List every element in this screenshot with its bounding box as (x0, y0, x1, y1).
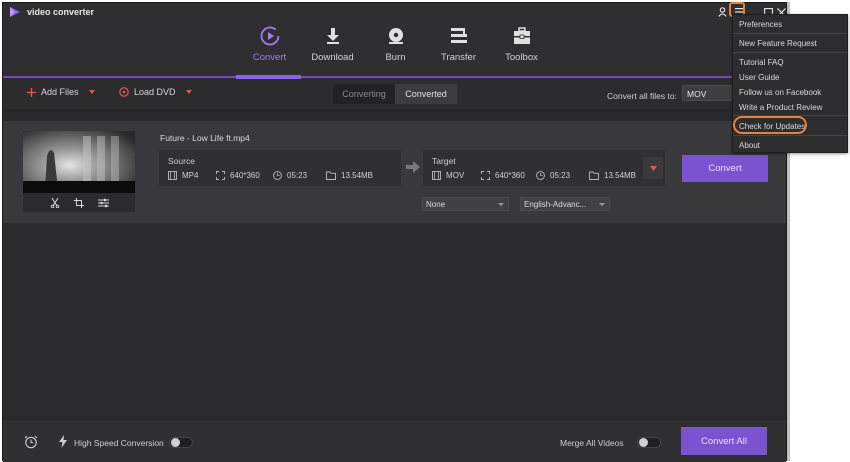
menu-separator (733, 33, 847, 34)
add-files-caret-icon[interactable] (88, 90, 95, 94)
convert-icon (260, 26, 279, 46)
menu-separator (733, 52, 847, 53)
clock-icon (536, 171, 545, 180)
tab-transfer-label: Transfer (440, 52, 477, 63)
alarm-clock-icon[interactable] (24, 435, 38, 449)
app-logo-icon (10, 7, 20, 17)
effects-icon[interactable] (97, 198, 109, 208)
empty-list-area (3, 223, 786, 419)
target-info[interactable]: Target MOV 640*360 05:23 13.54MB (423, 150, 665, 186)
video-thumbnail[interactable] (23, 131, 135, 193)
subtitle-select-value: None (426, 200, 446, 209)
target-size: 13.54MB (604, 171, 637, 180)
crop-icon[interactable] (73, 197, 84, 208)
tab-converting[interactable]: Converting (333, 84, 395, 104)
source-resolution: 640*360 (230, 171, 260, 180)
check-updates-highlight (733, 116, 807, 134)
menu-separator (733, 135, 847, 136)
footer-bar: High Speed Conversion Merge All Videos C… (3, 419, 786, 462)
load-dvd-caret-icon[interactable] (185, 90, 192, 94)
dvd-icon (119, 87, 129, 97)
download-icon (326, 28, 339, 44)
scissors-icon[interactable] (50, 197, 60, 208)
tab-converted[interactable]: Converted (395, 84, 457, 104)
burn-icon (388, 28, 403, 44)
clock-icon (273, 171, 282, 180)
tab-burn[interactable]: Burn (364, 21, 427, 79)
converting-tabs: Converting Converted (333, 84, 457, 104)
main-nav: Convert Download Burn Transfer Toolbox (238, 21, 553, 79)
audio-track-select-value: English-Advanc... (524, 200, 587, 209)
subtitle-dropdown-icon (498, 203, 504, 206)
file-name: Future - Low Life ft.mp4 (160, 133, 250, 143)
lightning-icon (59, 435, 67, 448)
account-icon[interactable] (715, 5, 729, 19)
menu-item-product-review[interactable]: Write a Product Review (739, 103, 822, 112)
menu-item-preferences[interactable]: Preferences (739, 20, 782, 29)
convert-all-button[interactable]: Convert All (681, 427, 767, 455)
tab-download[interactable]: Download (301, 21, 364, 79)
arrow-right-icon (406, 161, 420, 173)
toolbar: Add Files Load DVD Converting Converted … (3, 79, 786, 109)
load-dvd-button[interactable]: Load DVD (119, 87, 192, 97)
tab-toolbox[interactable]: Toolbox (490, 21, 553, 79)
high-speed-toggle[interactable] (169, 437, 193, 448)
add-files-button[interactable]: Add Files (27, 87, 95, 97)
tab-toolbox-label: Toolbox (505, 52, 538, 63)
high-speed-label: High Speed Conversion (74, 438, 164, 448)
tab-download-label: Download (311, 52, 354, 63)
target-format: MOV (446, 171, 465, 180)
merge-videos-toggle[interactable] (637, 437, 661, 448)
film-icon (432, 171, 441, 180)
folder-icon (589, 171, 599, 180)
target-duration: 05:23 (550, 171, 571, 180)
audio-track-select[interactable]: English-Advanc... (520, 197, 610, 211)
source-info: Source MP4 640*360 05:23 13.54MB (159, 150, 401, 186)
folder-icon (326, 171, 336, 180)
caret-down-icon (649, 165, 657, 171)
list-spacer (3, 109, 786, 121)
menu-item-tutorial-faq[interactable]: Tutorial FAQ (739, 58, 784, 67)
merge-videos-label: Merge All Videos (560, 438, 624, 448)
source-format: MP4 (182, 171, 199, 180)
toolbox-icon (513, 27, 530, 44)
menu-item-feature-request[interactable]: New Feature Request (739, 39, 817, 48)
transfer-icon (450, 28, 467, 43)
source-size: 13.54MB (341, 171, 374, 180)
file-item: Future - Low Life ft.mp4 Source MP4 640*… (3, 121, 786, 223)
tab-burn-label: Burn (385, 52, 406, 63)
source-duration: 05:23 (287, 171, 308, 180)
plus-icon (27, 87, 36, 97)
film-icon (168, 171, 177, 180)
resolution-icon (481, 171, 490, 180)
tab-transfer[interactable]: Transfer (427, 21, 490, 79)
nav-divider (3, 76, 786, 78)
menu-item-user-guide[interactable]: User Guide (739, 73, 779, 82)
add-files-label: Add Files (41, 87, 79, 97)
resolution-icon (216, 171, 225, 180)
title-bar: video converter (3, 3, 786, 21)
target-title: Target (432, 156, 456, 166)
thumbnail-tools (23, 193, 135, 212)
load-dvd-label: Load DVD (134, 87, 176, 97)
convert-button[interactable]: Convert (682, 155, 768, 182)
audio-dropdown-icon (599, 203, 605, 206)
app-title: video converter (27, 7, 95, 17)
menu-item-about[interactable]: About (739, 141, 760, 150)
menu-item-facebook[interactable]: Follow us on Facebook (739, 88, 821, 97)
tab-convert-label: Convert (252, 52, 287, 63)
convert-all-to-label: Convert all files to: (607, 91, 677, 101)
target-format-dropdown[interactable] (643, 157, 663, 179)
subtitle-select[interactable]: None (422, 197, 509, 211)
source-title: Source (168, 156, 195, 166)
target-resolution: 640*360 (495, 171, 525, 180)
app-window: video converter Convert Download Burn Tr… (2, 2, 787, 462)
convert-all-format-select[interactable]: MOV (682, 85, 738, 101)
tab-convert[interactable]: Convert (238, 21, 301, 79)
